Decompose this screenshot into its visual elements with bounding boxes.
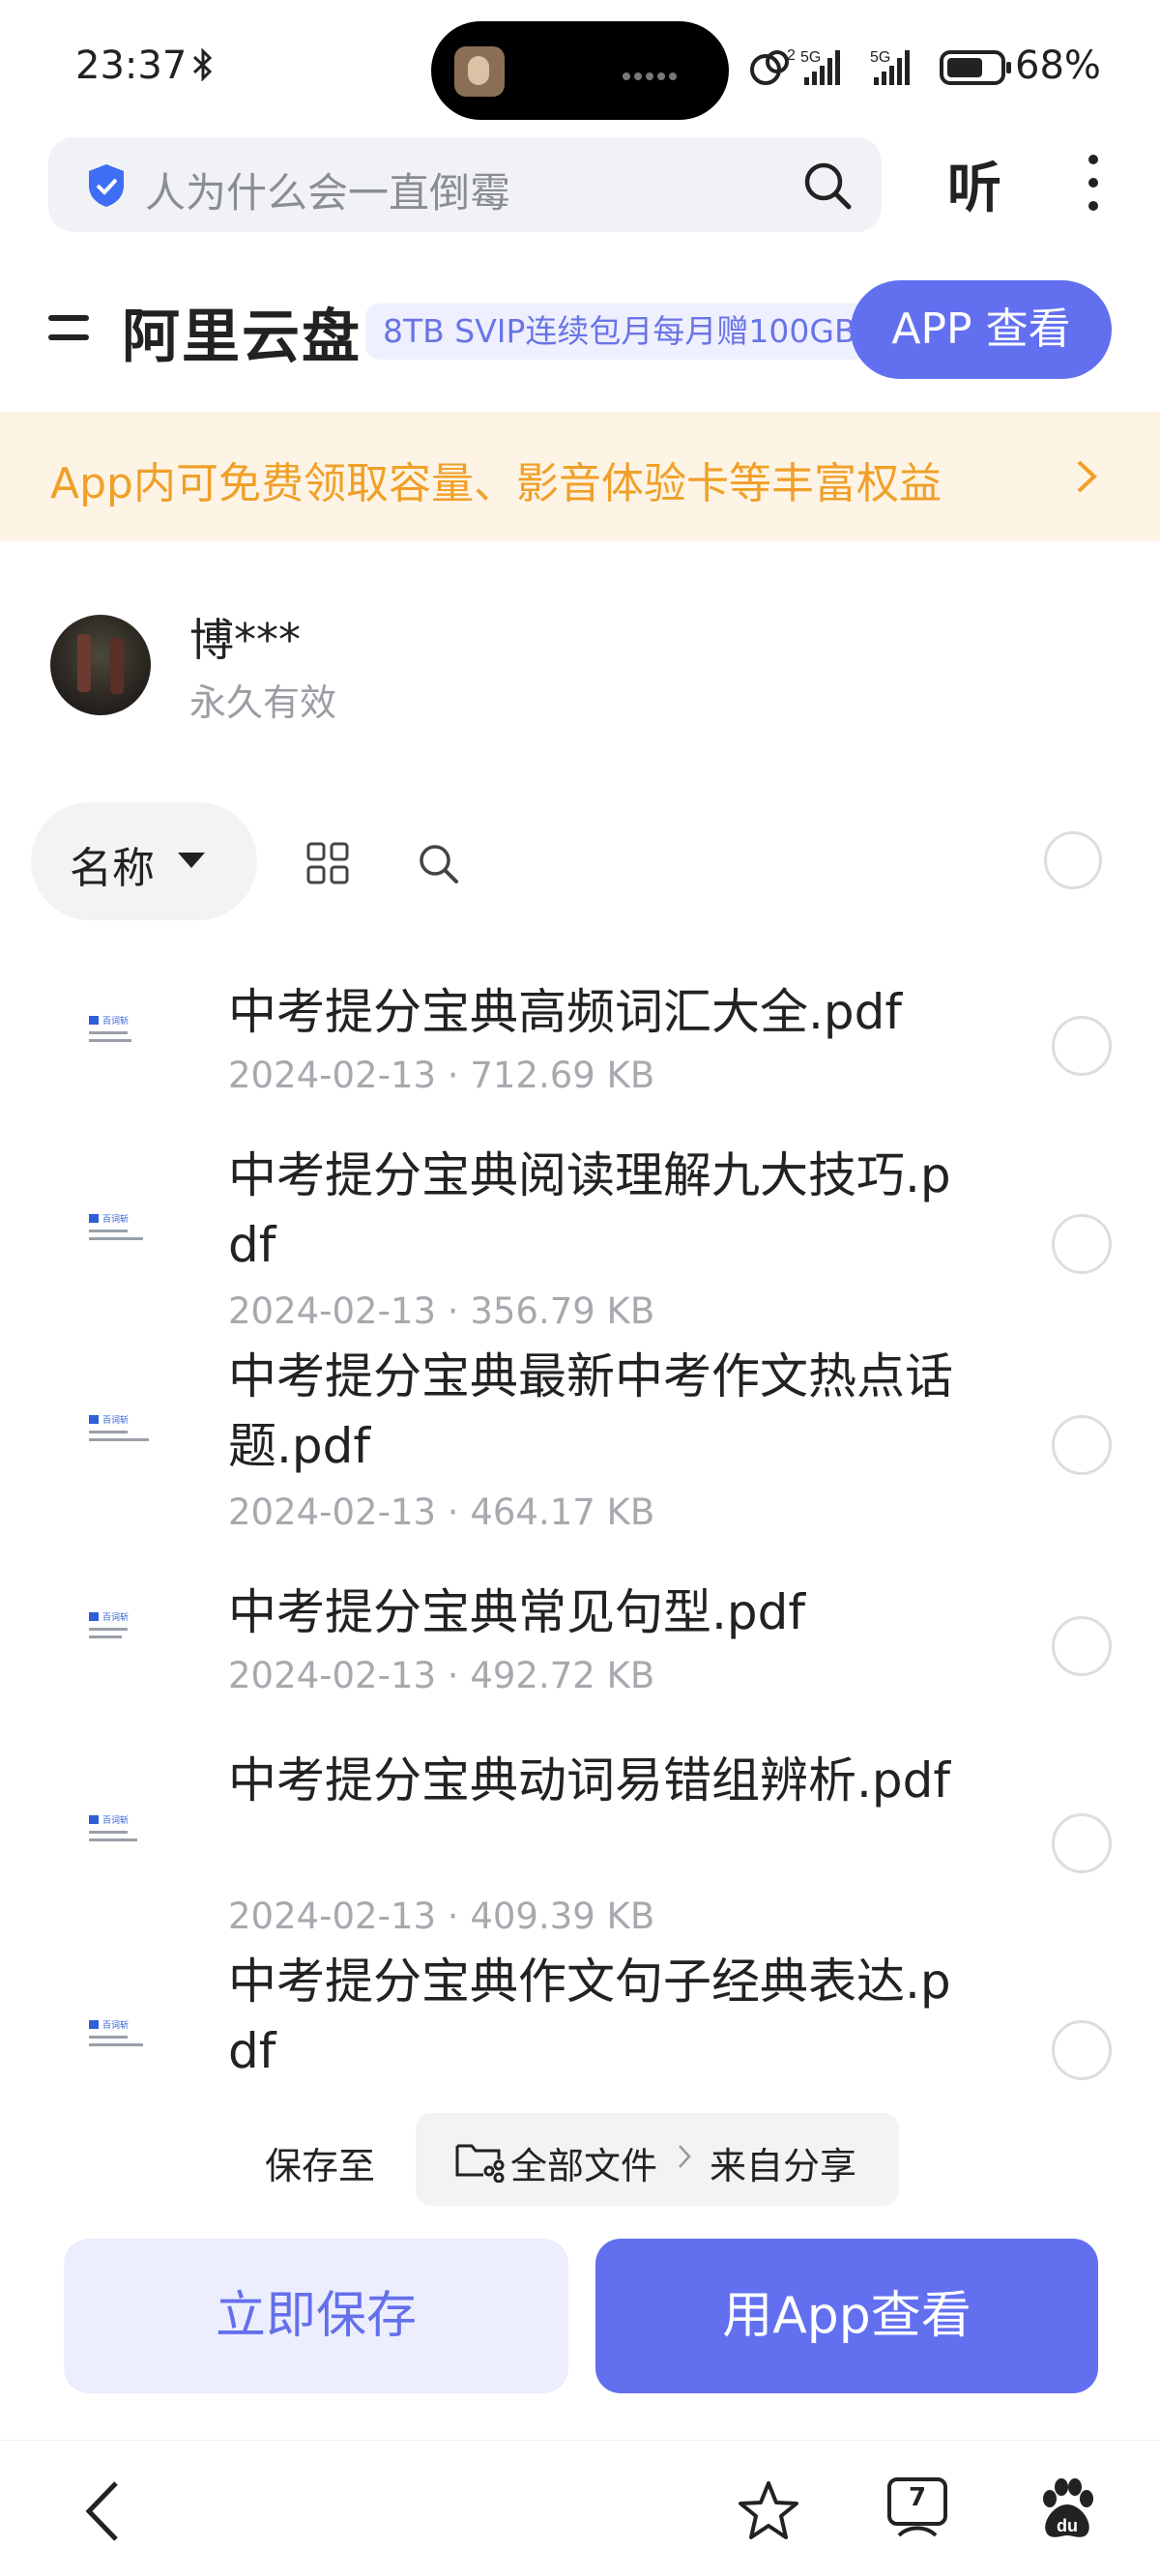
save-now-button[interactable]: 立即保存 [64,2239,568,2393]
thumb-brand: 百词斩 [102,1416,130,1426]
battery-icon [940,50,1011,85]
svg-text:2: 2 [787,47,796,64]
thumb-brand: 百词斩 [102,1017,130,1027]
thumb-brand: 百词斩 [102,1215,130,1225]
file-checkbox[interactable] [1052,1415,1112,1475]
pdf-thumbnail: 百词斩 [81,1010,157,1064]
file-meta: 2024-02-13 · 409.39 KB [228,1896,655,1937]
hotspot-icon: 2 [750,47,796,85]
file-name: 中考提分宝典高频词汇大全.pdf [228,984,902,1040]
sort-label: 名称 [70,844,155,893]
open-in-app-button[interactable]: 用App查看 [595,2239,1098,2393]
media-thumbnail [454,46,505,97]
signal-5g-icon: 5G [870,49,910,85]
share-validity: 永久有效 [189,681,337,724]
save-to-label: 保存至 [265,2145,376,2187]
waveform-icon [623,66,690,80]
listen-button[interactable]: 听 [947,145,1001,223]
file-checkbox[interactable] [1052,1616,1112,1676]
browser-bottom-nav: 7 du [0,2440,1160,2576]
dynamic-island[interactable] [431,21,729,120]
file-checkbox[interactable] [1052,1016,1112,1076]
star-icon[interactable] [737,2479,800,2543]
file-meta: 2024-02-13 · 356.79 KB [228,1290,655,1332]
select-all-checkbox[interactable] [1044,831,1102,889]
pdf-thumbnail: 百词斩 [81,1606,157,1661]
clock: 23:37 [75,43,188,88]
more-menu-icon[interactable] [1083,155,1104,217]
file-meta: 2024-02-13 · 712.69 KB [228,1055,655,1096]
file-meta: 2024-02-13 · 464.17 KB [228,1491,655,1533]
file-name: 中考提分宝典阅读理解九大技巧.pdf [228,1147,951,1273]
file-name: 中考提分宝典作文句子经典表达.pdf [228,1954,951,2079]
thumb-brand: 百词斩 [102,2021,130,2031]
file-checkbox[interactable] [1052,1214,1112,1274]
status-bar: 23:37 2 5G 5G 68% [0,0,1160,135]
path-leaf: 来自分享 [710,2145,857,2187]
benefits-banner[interactable]: App内可免费领取容量、影音体验卡等丰富权益 [0,412,1160,541]
bluetooth-icon [192,48,213,81]
file-name: 中考提分宝典最新中考作文热点话题.pdf [228,1348,953,1474]
folder-share-icon [455,2144,505,2183]
svg-text:5G: 5G [870,49,890,66]
search-input[interactable]: 人为什么会一直倒霉 [145,160,510,219]
file-checkbox[interactable] [1052,1813,1112,1873]
baidu-paw-icon[interactable]: du [1032,2475,1102,2545]
owner-name: 博*** [189,614,301,666]
file-name: 中考提分宝典动词易错组辨析.pdf [228,1752,950,1809]
tabs-button[interactable]: 7 [885,2475,949,2543]
file-checkbox[interactable] [1052,2020,1112,2080]
pdf-thumbnail: 百词斩 [81,1809,157,1864]
svg-text:5G: 5G [800,49,821,66]
chevron-right-icon [1077,460,1097,493]
avatar [50,615,151,715]
caret-down-icon [178,853,205,868]
signal-5g-icon: 5G [800,49,840,85]
pdf-thumbnail: 百词斩 [81,1208,157,1262]
search-bar[interactable]: 人为什么会一直倒霉 [48,137,882,232]
pdf-thumbnail: 百词斩 [81,1409,157,1463]
shield-icon [89,164,124,207]
search-files-icon[interactable] [416,841,462,887]
pdf-thumbnail: 百词斩 [81,2014,157,2069]
back-icon[interactable] [83,2479,122,2543]
sort-by-name-button[interactable]: 名称 [31,802,257,920]
grid-view-icon[interactable] [305,841,350,885]
save-path-selector[interactable]: 全部文件 来自分享 [416,2113,899,2206]
svip-promo-badge[interactable]: 8TB SVIP连续包月每月赠100GB [365,304,874,360]
svg-text:du: du [1057,2516,1078,2535]
brand-title: 阿里云盘 [122,304,362,371]
search-icon[interactable] [800,159,855,213]
file-meta: 2024-02-13 · 492.72 KB [228,1655,655,1696]
file-name: 中考提分宝典常见句型.pdf [228,1584,805,1640]
battery-level: 68% [1015,43,1101,88]
chevron-right-icon [679,2145,691,2168]
path-root: 全部文件 [510,2145,658,2187]
tabs-count: 7 [908,2483,927,2512]
thumb-brand: 百词斩 [102,1613,130,1623]
thumb-brand: 百词斩 [102,1816,130,1826]
menu-icon[interactable] [48,315,91,348]
app-view-button[interactable]: APP 查看 [851,280,1112,379]
banner-text: App内可免费领取容量、影音体验卡等丰富权益 [50,459,942,508]
